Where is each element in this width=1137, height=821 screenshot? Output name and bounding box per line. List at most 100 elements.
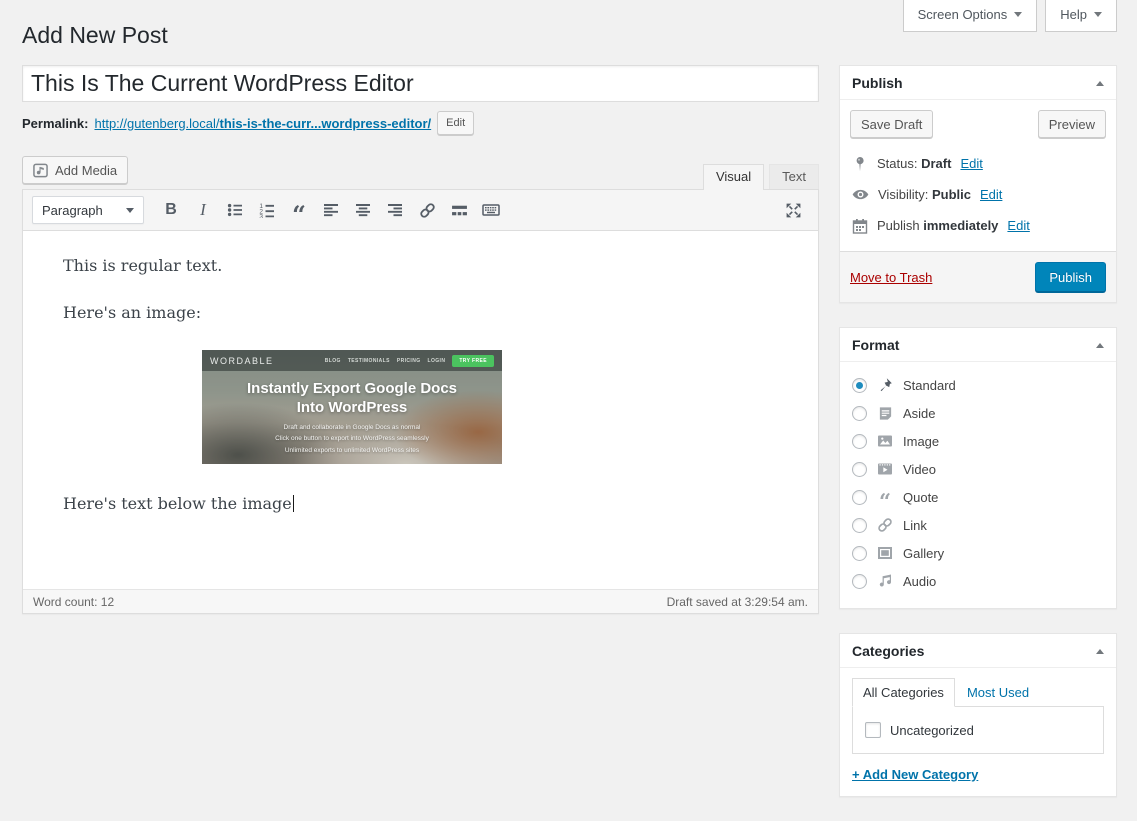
embedded-image-wordable-banner[interactable]: WORDABLE BLOG TESTIMONIALS PRICING LOGIN… (202, 350, 502, 464)
fullscreen-button[interactable] (780, 197, 806, 223)
numbered-list-button[interactable]: 1 2 3 (254, 197, 280, 223)
radio-button[interactable] (852, 461, 867, 477)
publish-minor-actions: Save Draft Preview (850, 110, 1106, 138)
tab-visual[interactable]: Visual (702, 164, 765, 190)
format-option-aside[interactable]: Aside (852, 399, 1104, 427)
image-heading-line1: Instantly Export Google Docs (246, 380, 458, 397)
align-center-button[interactable] (350, 197, 376, 223)
radio-button[interactable] (852, 545, 867, 561)
paragraph-style-value: Paragraph (42, 202, 103, 218)
format-option-label: Quote (903, 489, 939, 505)
collapse-toggle-icon[interactable] (1096, 648, 1104, 654)
numbered-list-icon: 1 2 3 (259, 203, 274, 218)
image-try-free-button: TRY FREE (452, 354, 494, 367)
edit-visibility-link[interactable]: Edit (980, 187, 1002, 202)
toolbar-toggle-button[interactable] (478, 197, 504, 223)
tab-most-used[interactable]: Most Used (955, 679, 1041, 706)
bold-button[interactable]: B (158, 197, 184, 223)
permalink-link[interactable]: http://gutenberg.local/this-is-the-curr.… (94, 116, 431, 131)
pushpin-icon (876, 377, 894, 393)
radio-button[interactable] (852, 405, 867, 421)
quote-icon: “ (878, 488, 892, 514)
image-heading-line2: Into WordPress (296, 398, 408, 416)
status-label: Status: (877, 156, 918, 171)
edit-schedule-link[interactable]: Edit (1007, 218, 1029, 233)
post-title-input[interactable] (22, 65, 819, 102)
format-option-link[interactable]: Link (852, 511, 1104, 539)
categories-tabs: All Categories Most Used (852, 678, 1104, 707)
category-item-uncategorized[interactable]: Uncategorized (865, 722, 1091, 738)
tab-text[interactable]: Text (769, 164, 819, 189)
collapse-toggle-icon[interactable] (1096, 342, 1104, 348)
permalink-url-slug: this-is-the-curr...wordpress-editor/ (219, 115, 432, 131)
paragraph-style-dropdown[interactable]: Paragraph (32, 196, 144, 224)
align-right-icon (388, 204, 402, 217)
link-icon (876, 517, 894, 533)
checkbox[interactable] (865, 722, 881, 738)
screen-options-button[interactable]: Screen Options (902, 0, 1038, 32)
format-option-label: Gallery (903, 545, 945, 561)
categories-box-title: Categories (852, 643, 925, 659)
move-to-trash-link[interactable]: Move to Trash (850, 270, 932, 285)
format-option-image[interactable]: Image (852, 427, 1104, 455)
format-box: Format Standard Aside Image Video “ Quot… (839, 327, 1117, 609)
publish-box: Publish Save Draft Preview Status: Draft… (839, 65, 1117, 303)
format-option-audio[interactable]: Audio (852, 567, 1104, 595)
publish-box-header[interactable]: Publish (840, 66, 1116, 100)
categories-box-header[interactable]: Categories (840, 634, 1116, 668)
format-option-gallery[interactable]: Gallery (852, 539, 1104, 567)
format-toolbar: Paragraph B I 1 2 3 “ (23, 190, 818, 231)
chevron-down-icon (1094, 12, 1102, 17)
publish-box-title: Publish (852, 75, 903, 91)
tab-all-categories[interactable]: All Categories (852, 678, 955, 707)
permalink-edit-button[interactable]: Edit (437, 111, 475, 135)
align-left-button[interactable] (318, 197, 344, 223)
read-more-button[interactable] (446, 197, 472, 223)
editor-content-area[interactable]: This is regular text. Here's an image: W… (23, 231, 818, 589)
radio-button[interactable] (852, 573, 867, 589)
content-paragraph: Here's text below the image (63, 494, 778, 513)
text-cursor (292, 495, 294, 512)
wordable-logo: WORDABLE (210, 355, 274, 366)
radio-button[interactable] (852, 433, 867, 449)
preview-button[interactable]: Preview (1037, 110, 1106, 138)
schedule-text: Publish immediately (877, 218, 998, 233)
categories-list-panel: Uncategorized (852, 706, 1104, 754)
editor-toolbar-top: Add Media Visual Text (22, 156, 819, 190)
collapse-toggle-icon[interactable] (1096, 80, 1104, 86)
save-draft-button[interactable]: Save Draft (850, 110, 934, 138)
format-box-header[interactable]: Format (840, 328, 1116, 362)
format-option-standard[interactable]: Standard (852, 371, 1104, 399)
align-right-button[interactable] (382, 197, 408, 223)
schedule-label: Publish (877, 218, 920, 233)
visibility-text: Visibility: Public (878, 187, 971, 202)
editor-column: Permalink: http://gutenberg.local/this-i… (22, 65, 819, 821)
post-status-pin-icon (856, 156, 864, 171)
status-value: Draft (921, 156, 952, 171)
bulleted-list-button[interactable] (222, 197, 248, 223)
permalink-url-base: http://gutenberg.local/ (94, 115, 220, 131)
format-option-video[interactable]: Video (852, 455, 1104, 483)
media-icon (33, 163, 48, 178)
image-icon (876, 433, 894, 449)
permalink-label: Permalink: (22, 115, 89, 131)
italic-button[interactable]: I (190, 197, 216, 223)
visibility-label: Visibility: (878, 187, 929, 202)
help-button[interactable]: Help (1045, 0, 1117, 32)
publish-button[interactable]: Publish (1035, 262, 1106, 292)
add-new-category-link[interactable]: + Add New Category (852, 767, 978, 782)
radio-button[interactable] (852, 489, 867, 505)
edit-status-link[interactable]: Edit (960, 156, 982, 171)
format-option-quote[interactable]: “ Quote (852, 483, 1104, 514)
insert-link-button[interactable] (414, 197, 440, 223)
video-icon (876, 461, 894, 477)
blockquote-button[interactable]: “ (286, 197, 312, 227)
add-media-button[interactable]: Add Media (22, 156, 129, 184)
radio-button[interactable] (852, 377, 867, 393)
publish-box-body: Save Draft Preview Status: Draft Edit Vi… (840, 100, 1116, 251)
schedule-row: Publish immediately Edit (850, 210, 1106, 241)
align-left-icon (324, 204, 338, 217)
categories-box-body: All Categories Most Used Uncategorized +… (840, 668, 1116, 796)
categories-box: Categories All Categories Most Used Unca… (839, 633, 1117, 797)
radio-button[interactable] (852, 517, 867, 533)
